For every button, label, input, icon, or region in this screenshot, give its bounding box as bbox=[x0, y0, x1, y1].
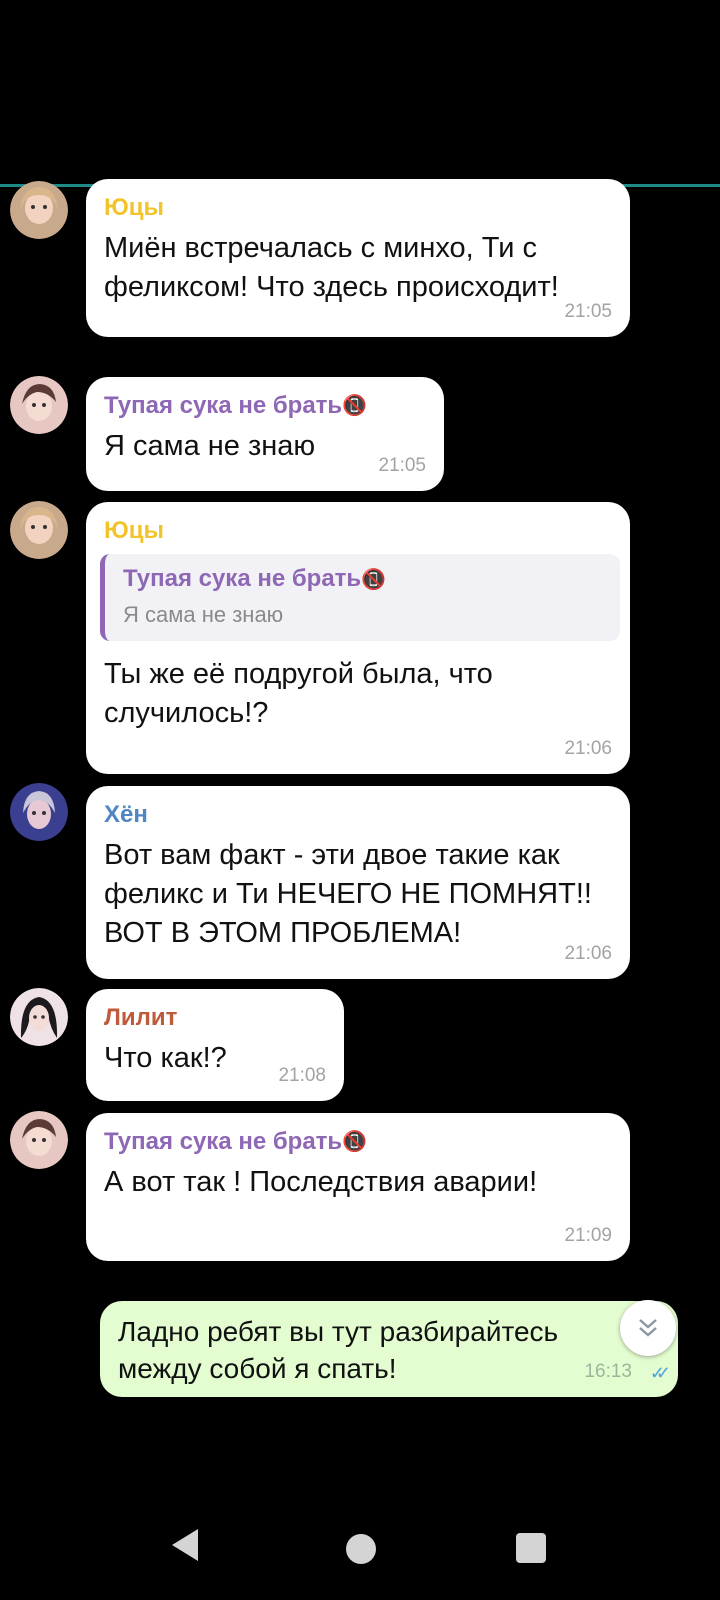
message-sender[interactable]: Тупая сука не брать📵 bbox=[104, 1127, 612, 1157]
status-area bbox=[0, 0, 720, 184]
message-text: Ты же её подругой была, что случилось!? bbox=[104, 658, 493, 729]
circle-home-icon[interactable] bbox=[346, 1534, 376, 1564]
reply-quote[interactable]: Тупая сука не брать📵 Я сама не знаю bbox=[100, 554, 620, 641]
square-recents-icon[interactable] bbox=[516, 1533, 546, 1563]
reply-text: Я сама не знаю bbox=[123, 602, 284, 627]
reply-sender: Тупая сука не брать📵 bbox=[123, 564, 602, 595]
avatar-yutsy[interactable] bbox=[10, 181, 68, 239]
message-text: А вот так ! Последствия аварии! bbox=[104, 1166, 538, 1198]
avatar-tupaya[interactable] bbox=[10, 376, 68, 434]
message-time: 21:06 bbox=[564, 738, 612, 759]
sender-name: Тупая сука не брать bbox=[104, 1128, 343, 1155]
message-time: 21:05 bbox=[564, 301, 612, 322]
message-time: 21:09 bbox=[564, 1225, 612, 1246]
message-sender[interactable]: Тупая сука не брать📵 bbox=[104, 391, 426, 421]
reply-sender-name: Тупая сука не брать bbox=[123, 565, 362, 592]
message-sender[interactable]: Лилит bbox=[104, 1003, 326, 1033]
message-bubble[interactable]: Тупая сука не брать📵 А вот так ! Последс… bbox=[86, 1113, 630, 1261]
message-text: Вот вам факт - эти двое такие как феликс… bbox=[104, 839, 592, 949]
no-phone-icon: 📵 bbox=[361, 569, 387, 591]
message-time: 21:06 bbox=[564, 943, 612, 964]
message-text: Ладно ребят вы тут разбирайтесь между со… bbox=[118, 1316, 559, 1384]
message-sender[interactable]: Юцы bbox=[104, 193, 612, 223]
message-bubble[interactable]: Хён Вот вам факт - эти двое такие как фе… bbox=[86, 786, 630, 979]
message-time: 21:08 bbox=[278, 1065, 326, 1086]
message-text: Миён встречалась с минхо, Ти с феликсом!… bbox=[104, 232, 559, 303]
chat-area[interactable]: Юцы Миён встречалась с минхо, Ти с фелик… bbox=[0, 179, 720, 1487]
sender-name: Тупая сука не брать bbox=[104, 392, 343, 419]
message-bubble[interactable]: Тупая сука не брать📵 Я сама не знаю 21:0… bbox=[86, 377, 444, 491]
avatar-hyon[interactable] bbox=[10, 783, 68, 841]
message-bubble[interactable]: Лилит Что как!? 21:08 bbox=[86, 989, 344, 1101]
avatar-yutsy[interactable] bbox=[10, 501, 68, 559]
triangle-back-icon[interactable] bbox=[170, 1527, 200, 1563]
avatar-tupaya[interactable] bbox=[10, 1111, 68, 1169]
no-phone-icon: 📵 bbox=[342, 395, 368, 417]
scroll-down-button[interactable] bbox=[620, 1300, 676, 1356]
double-check-icon: ✓✓ bbox=[649, 1363, 671, 1383]
message-time: 21:05 bbox=[378, 455, 426, 476]
no-phone-icon: 📵 bbox=[342, 1131, 368, 1153]
system-navigation-bar bbox=[0, 1487, 720, 1600]
message-sender[interactable]: Юцы bbox=[104, 516, 612, 546]
avatar-lilit[interactable] bbox=[10, 988, 68, 1046]
message-time: 16:13 bbox=[584, 1361, 632, 1382]
message-bubble[interactable]: Юцы Тупая сука не брать📵 Я сама не знаю … bbox=[86, 502, 630, 774]
chevron-double-down-icon bbox=[639, 1319, 657, 1337]
message-sender[interactable]: Хён bbox=[104, 800, 612, 830]
outgoing-message-bubble[interactable]: Ладно ребят вы тут разбирайтесь между со… bbox=[100, 1301, 678, 1397]
message-bubble[interactable]: Юцы Миён встречалась с минхо, Ти с фелик… bbox=[86, 179, 630, 337]
